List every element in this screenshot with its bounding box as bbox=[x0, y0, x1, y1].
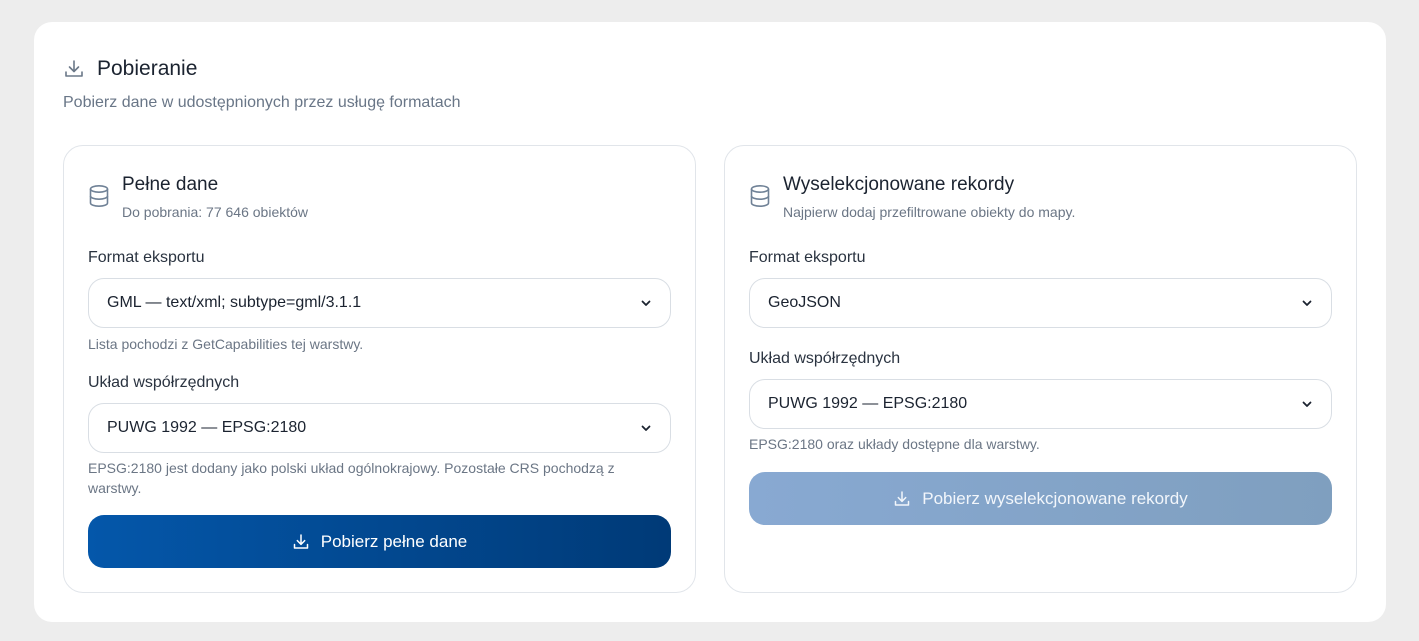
chevron-down-icon bbox=[640, 297, 652, 309]
download-full-data-button[interactable]: Pobierz pełne dane bbox=[88, 515, 671, 568]
download-full-data-label: Pobierz pełne dane bbox=[320, 531, 468, 551]
full-crs-value: PUWG 1992 — EPSG:2180 bbox=[107, 419, 307, 436]
selected-crs-label: Układ współrzędnych bbox=[749, 350, 901, 367]
selected-records-description: Najpierw dodaj przefiltrowane obiekty do… bbox=[783, 204, 1076, 220]
panel-title: Pobieranie bbox=[97, 57, 198, 80]
full-crs-hint: EPSG:2180 jest dodany jako polski układ … bbox=[88, 460, 615, 496]
selected-crs-hint: EPSG:2180 oraz układy dostępne dla warst… bbox=[749, 436, 1040, 452]
selected-crs-select[interactable]: PUWG 1992 — EPSG:2180 bbox=[749, 379, 1332, 429]
download-selected-records-label: Pobierz wyselekcjonowane rekordy bbox=[922, 488, 1188, 508]
full-data-header: Pełne dane Do pobrania: 77 646 obiektów bbox=[88, 173, 308, 221]
full-format-label: Format eksportu bbox=[88, 249, 205, 266]
download-icon bbox=[63, 58, 85, 80]
selected-records-title: Wyselekcjonowane rekordy bbox=[783, 174, 1015, 195]
full-data-description: Do pobrania: 77 646 obiektów bbox=[122, 204, 309, 220]
selected-format-select[interactable]: GeoJSON bbox=[749, 278, 1332, 328]
chevron-down-icon bbox=[640, 422, 652, 434]
selected-records-card: Wyselekcjonowane rekordy Najpierw dodaj … bbox=[724, 145, 1357, 593]
database-icon bbox=[88, 184, 112, 210]
download-panel: Pobieranie Pobierz dane w udostępnionych… bbox=[34, 22, 1386, 622]
selected-format-value: GeoJSON bbox=[768, 294, 841, 311]
panel-header: Pobieranie bbox=[63, 56, 197, 82]
selected-records-header: Wyselekcjonowane rekordy Najpierw dodaj … bbox=[749, 173, 1075, 221]
full-data-card: Pełne dane Do pobrania: 77 646 obiektów … bbox=[63, 145, 696, 593]
download-selected-records-button[interactable]: Pobierz wyselekcjonowane rekordy bbox=[749, 472, 1332, 525]
full-crs-label: Układ współrzędnych bbox=[88, 374, 240, 391]
panel-subtitle: Pobierz dane w udostępnionych przez usłu… bbox=[63, 94, 461, 111]
full-format-select[interactable]: GML — text/xml; subtype=gml/3.1.1 bbox=[88, 278, 671, 328]
download-icon bbox=[292, 533, 310, 551]
full-format-value: GML — text/xml; subtype=gml/3.1.1 bbox=[107, 294, 362, 311]
full-crs-select[interactable]: PUWG 1992 — EPSG:2180 bbox=[88, 403, 671, 453]
chevron-down-icon bbox=[1301, 297, 1313, 309]
database-icon bbox=[749, 184, 773, 210]
full-data-title: Pełne dane bbox=[122, 174, 219, 195]
selected-format-label: Format eksportu bbox=[749, 249, 866, 266]
full-format-hint: Lista pochodzi z GetCapabilities tej war… bbox=[88, 336, 364, 352]
download-icon bbox=[893, 490, 911, 508]
chevron-down-icon bbox=[1301, 398, 1313, 410]
selected-crs-value: PUWG 1992 — EPSG:2180 bbox=[768, 395, 968, 412]
